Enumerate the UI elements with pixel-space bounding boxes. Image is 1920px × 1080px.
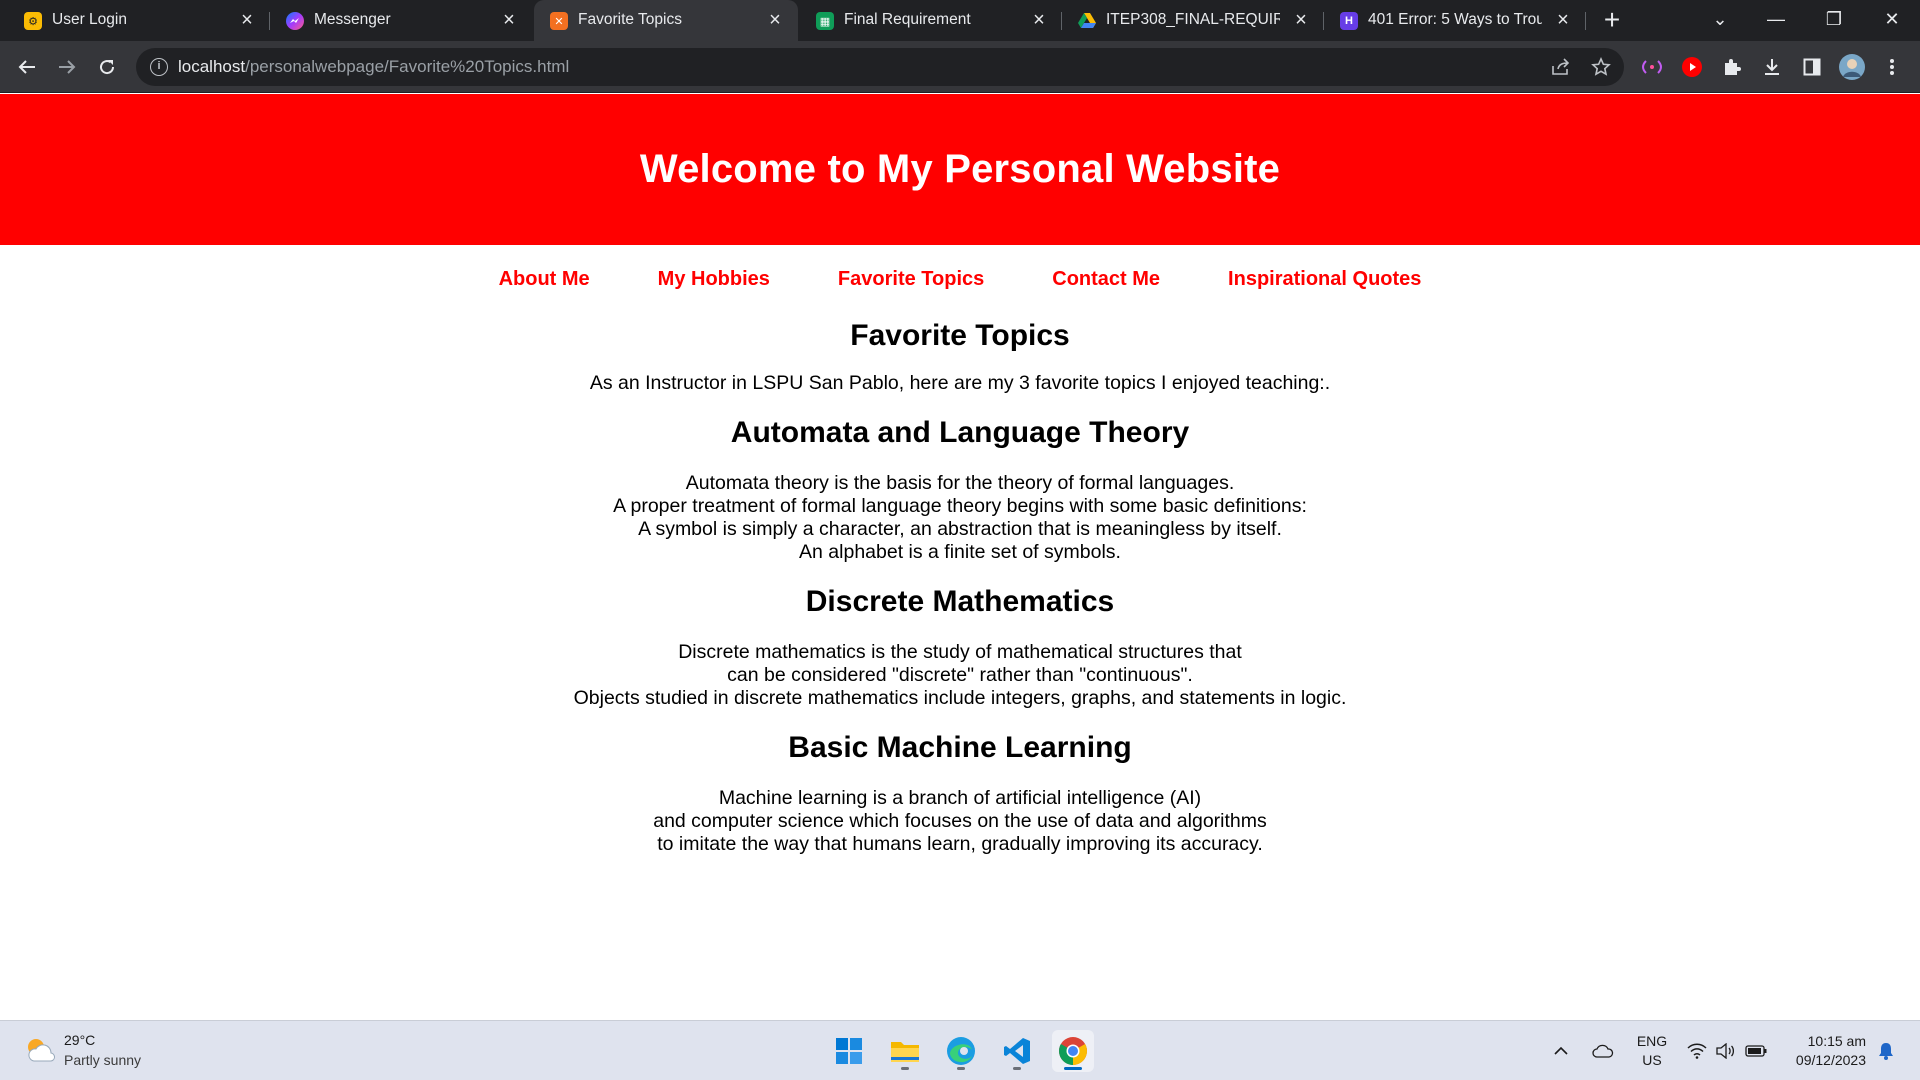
topic-line: Objects studied in discrete mathematics … bbox=[573, 687, 1347, 709]
language-indicator[interactable]: ENG US bbox=[1630, 1021, 1674, 1080]
topic-line: can be considered "discrete" rather than… bbox=[727, 664, 1193, 686]
running-indicator bbox=[1064, 1067, 1082, 1070]
side-panel-icon[interactable] bbox=[1798, 53, 1826, 81]
xampp-icon: ✕ bbox=[550, 12, 568, 30]
drive-icon bbox=[1078, 12, 1096, 30]
edge-icon[interactable] bbox=[940, 1030, 982, 1072]
wifi-icon[interactable] bbox=[1684, 1021, 1710, 1080]
close-window-button[interactable]: ✕ bbox=[1864, 0, 1920, 41]
url-text[interactable]: localhost/personalwebpage/Favorite%20Top… bbox=[178, 57, 569, 77]
youtube-extension-icon[interactable] bbox=[1678, 53, 1706, 81]
topic-line: Machine learning is a branch of artifici… bbox=[718, 787, 1202, 809]
tab-search-icon[interactable]: ⌄ bbox=[1692, 0, 1748, 41]
close-tab-icon[interactable]: × bbox=[1552, 9, 1574, 31]
tab-favorite-topics[interactable]: ✕ Favorite Topics × bbox=[534, 0, 798, 41]
volume-icon[interactable] bbox=[1712, 1021, 1738, 1080]
close-tab-icon[interactable]: × bbox=[764, 9, 786, 31]
site-title: Welcome to My Personal Website bbox=[639, 147, 1281, 191]
tab-401-error[interactable]: H 401 Error: 5 Ways to Troub × bbox=[1324, 0, 1586, 41]
chrome-menu-icon[interactable] bbox=[1878, 53, 1906, 81]
intro-text: As an Instructor in LSPU San Pablo, here… bbox=[589, 372, 1331, 394]
nav-my-hobbies[interactable]: My Hobbies bbox=[658, 268, 770, 291]
new-tab-button[interactable]: + bbox=[1598, 6, 1626, 34]
reload-button[interactable] bbox=[91, 51, 123, 83]
close-tab-icon[interactable]: × bbox=[1290, 9, 1312, 31]
topic-line: Automata theory is the basis for the the… bbox=[685, 472, 1235, 494]
clock-date: 09/12/2023 bbox=[1795, 1052, 1866, 1068]
running-indicator bbox=[1013, 1067, 1021, 1070]
forward-button[interactable] bbox=[51, 51, 83, 83]
notification-bell-icon[interactable] bbox=[1872, 1021, 1900, 1080]
nav-inspirational-quotes[interactable]: Inspirational Quotes bbox=[1228, 268, 1421, 291]
topic-line: and computer science which focuses on th… bbox=[653, 810, 1267, 832]
chrome-icon[interactable] bbox=[1052, 1030, 1094, 1072]
topic-title: Discrete Mathematics bbox=[805, 585, 1115, 618]
weather-temperature[interactable]: 29°C bbox=[64, 1032, 95, 1048]
tab-itep308[interactable]: ITEP308_FINAL-REQUIREM × bbox=[1062, 0, 1324, 41]
tab-final-requirement[interactable]: ▦ Final Requirement × bbox=[800, 0, 1062, 41]
topic-title: Basic Machine Learning bbox=[788, 731, 1132, 764]
clock-time: 10:15 am bbox=[1807, 1033, 1866, 1049]
nav-favorite-topics[interactable]: Favorite Topics bbox=[838, 268, 984, 291]
nav-about-me[interactable]: About Me bbox=[499, 268, 590, 291]
address-bar[interactable]: i localhost/personalwebpage/Favorite%20T… bbox=[136, 48, 1624, 86]
region-code: US bbox=[1642, 1052, 1662, 1068]
browser-toolbar: i localhost/personalwebpage/Favorite%20T… bbox=[0, 41, 1920, 93]
battery-icon[interactable] bbox=[1742, 1021, 1770, 1080]
topic-line: to imitate the way that humans learn, gr… bbox=[657, 833, 1263, 855]
topic-line: Discrete mathematics is the study of mat… bbox=[678, 641, 1242, 663]
language-code: ENG bbox=[1636, 1033, 1668, 1049]
site-banner: Welcome to My Personal Website bbox=[0, 94, 1920, 245]
restore-button[interactable]: ❐ bbox=[1806, 0, 1862, 41]
xampp-icon: ⚙ bbox=[24, 12, 42, 30]
hostinger-icon: H bbox=[1340, 12, 1358, 30]
web-page: Welcome to My Personal Website About Me … bbox=[0, 94, 1920, 1020]
download-icon[interactable] bbox=[1758, 53, 1786, 81]
main-content: Favorite Topics As an Instructor in LSPU… bbox=[0, 316, 1920, 856]
tab-title: Messenger bbox=[314, 11, 391, 28]
share-icon[interactable] bbox=[1550, 56, 1572, 78]
onedrive-icon[interactable] bbox=[1588, 1021, 1618, 1080]
tab-strip: ⚙ User Login × Messenger × ✕ Favorite To… bbox=[0, 0, 1920, 41]
windows-taskbar: 29°C Partly sunny ENG US 10:15 am 09/12/… bbox=[0, 1020, 1920, 1080]
close-tab-icon[interactable]: × bbox=[498, 9, 520, 31]
bookmark-star-icon[interactable] bbox=[1590, 56, 1612, 78]
file-explorer-icon[interactable] bbox=[884, 1030, 926, 1072]
nav-contact-me[interactable]: Contact Me bbox=[1052, 268, 1160, 291]
close-tab-icon[interactable]: × bbox=[1028, 9, 1050, 31]
back-button[interactable] bbox=[11, 51, 43, 83]
topic-line: A symbol is simply a character, an abstr… bbox=[638, 518, 1282, 540]
minimize-button[interactable]: — bbox=[1748, 0, 1804, 41]
tab-title: 401 Error: 5 Ways to Troub bbox=[1368, 11, 1542, 28]
tab-title: User Login bbox=[52, 11, 127, 28]
topic-line: A proper treatment of formal language th… bbox=[613, 495, 1307, 517]
topic-title: Automata and Language Theory bbox=[730, 416, 1190, 449]
start-icon[interactable] bbox=[828, 1030, 870, 1072]
extensions-puzzle-icon[interactable] bbox=[1718, 53, 1746, 81]
weather-icon[interactable] bbox=[24, 1035, 56, 1067]
system-clock[interactable]: 10:15 am 09/12/2023 bbox=[1796, 1032, 1866, 1070]
page-heading: Favorite Topics bbox=[850, 319, 1070, 352]
site-nav: About Me My Hobbies Favorite Topics Cont… bbox=[0, 268, 1920, 291]
tab-title: Final Requirement bbox=[844, 11, 971, 28]
tab-title: Favorite Topics bbox=[578, 11, 682, 28]
close-tab-icon[interactable]: × bbox=[236, 9, 258, 31]
site-info-icon[interactable]: i bbox=[150, 58, 168, 76]
messenger-icon bbox=[286, 12, 304, 30]
tab-user-login[interactable]: ⚙ User Login × bbox=[8, 0, 270, 41]
tab-messenger[interactable]: Messenger × bbox=[270, 0, 532, 41]
sheets-icon: ▦ bbox=[816, 12, 834, 30]
vscode-icon[interactable] bbox=[996, 1030, 1038, 1072]
tab-title: ITEP308_FINAL-REQUIREM bbox=[1106, 11, 1280, 28]
running-indicator bbox=[901, 1067, 909, 1070]
broadcast-extension-icon[interactable] bbox=[1638, 53, 1666, 81]
running-indicator bbox=[957, 1067, 965, 1070]
profile-avatar[interactable] bbox=[1838, 53, 1866, 81]
topic-line: An alphabet is a finite set of symbols. bbox=[799, 541, 1121, 563]
weather-condition[interactable]: Partly sunny bbox=[64, 1052, 141, 1068]
show-hidden-icons-chevron-icon[interactable] bbox=[1548, 1021, 1574, 1080]
